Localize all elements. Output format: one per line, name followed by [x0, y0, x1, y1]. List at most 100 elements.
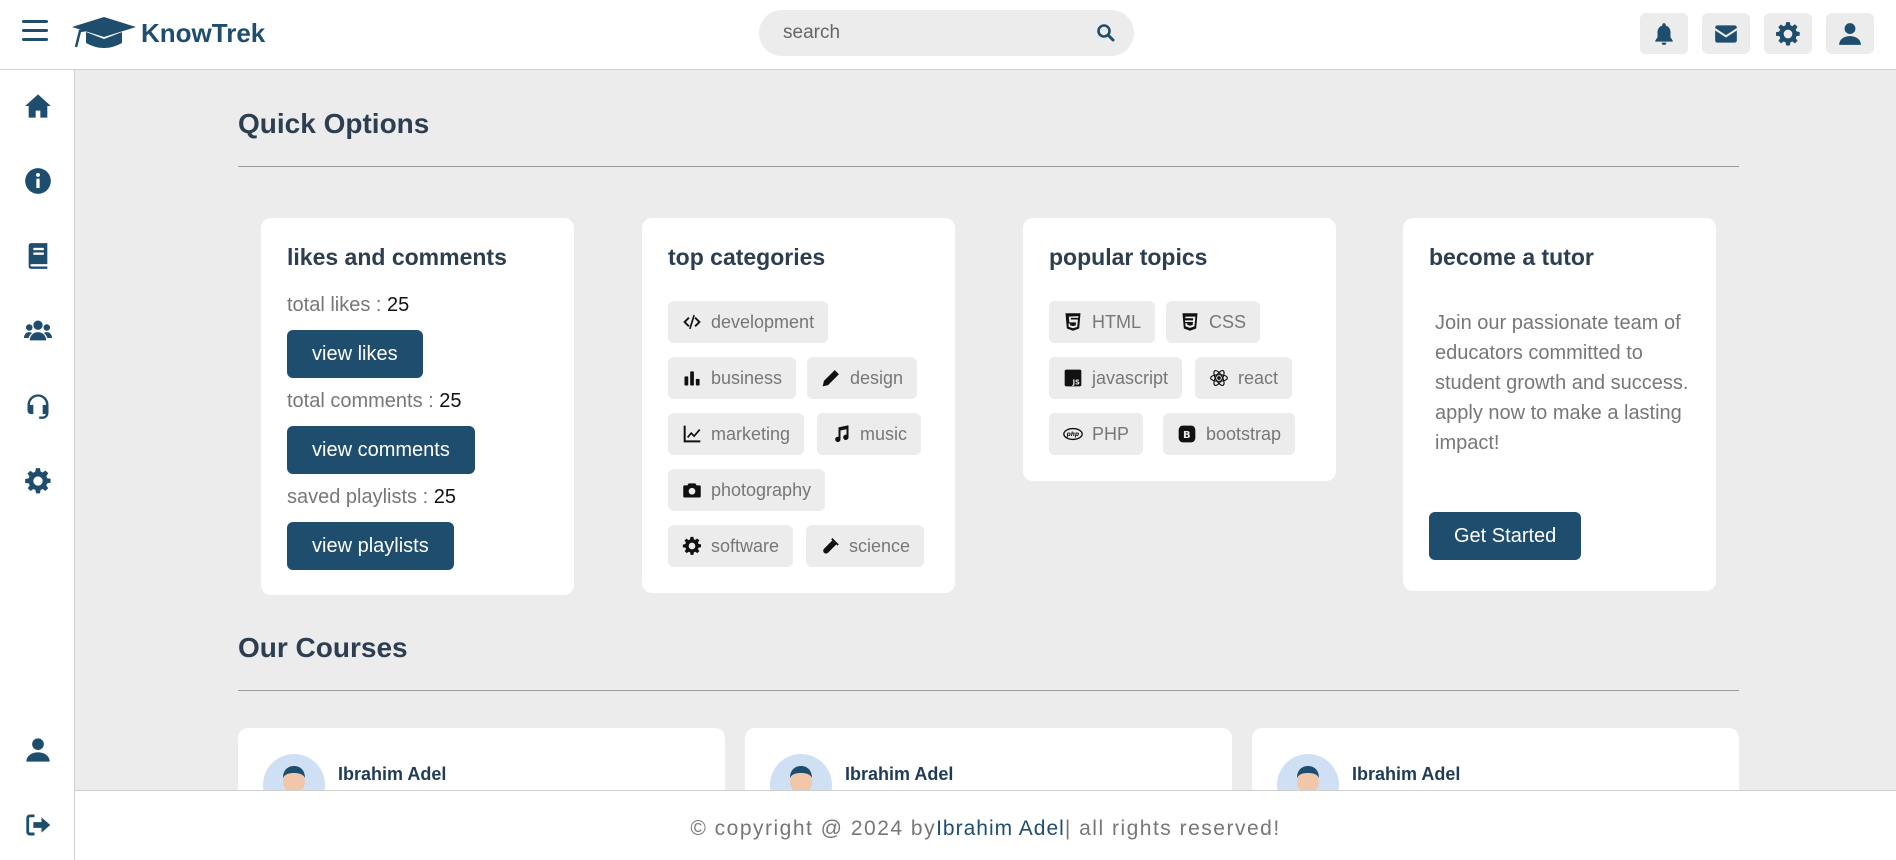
category-business[interactable]: business: [668, 357, 797, 399]
course-author: Ibrahim Adel: [845, 764, 954, 784]
category-software[interactable]: software: [668, 525, 794, 567]
category-photography[interactable]: photography: [668, 469, 826, 511]
category-music[interactable]: music: [817, 413, 922, 455]
chip-label: HTML: [1092, 311, 1141, 332]
course-author: Ibrahim Adel: [338, 764, 447, 784]
get-started-button[interactable]: Get Started: [1429, 512, 1582, 560]
sidebar-item-logout[interactable]: [24, 811, 52, 839]
topic-html[interactable]: HTML: [1049, 301, 1155, 343]
sidebar-item-home[interactable]: [24, 92, 52, 120]
bar-chart-icon: [684, 371, 700, 386]
chip-label: design: [850, 367, 904, 388]
footer-author-link[interactable]: Ibrahim Adel: [936, 817, 1065, 840]
category-marketing[interactable]: marketing: [668, 413, 805, 455]
js-icon: JS: [1064, 369, 1082, 387]
react-icon: [1210, 370, 1228, 386]
gear-icon: [1776, 21, 1800, 45]
gear-icon: [25, 468, 51, 494]
user-icon: [26, 738, 50, 762]
notifications-button[interactable]: [1640, 13, 1688, 54]
card-title: likes and comments: [287, 244, 507, 270]
pen-icon: [822, 370, 839, 387]
become-tutor-card: become a tutor Join our passionate team …: [1403, 218, 1716, 591]
search-input[interactable]: [783, 10, 1083, 56]
card-title: become a tutor: [1429, 244, 1594, 270]
chip-label: PHP: [1092, 423, 1130, 444]
sidebar: [0, 70, 75, 860]
headset-icon: [27, 394, 49, 419]
brand-name: KnowTrek: [141, 17, 266, 48]
sidebar-item-courses[interactable]: [24, 242, 52, 270]
bell-icon: [1655, 22, 1673, 45]
footer-suffix: | all rights reserved!: [1064, 817, 1281, 840]
vial-icon: [823, 537, 839, 554]
menu-icon[interactable]: [22, 20, 48, 44]
code-icon: [683, 314, 701, 330]
graduation-cap-icon: [72, 17, 136, 48]
sidebar-item-settings[interactable]: [24, 467, 52, 495]
stat-value: 25: [439, 390, 462, 412]
total-comments-stat: total comments : 25: [287, 390, 462, 413]
topic-bootstrap[interactable]: B bootstrap: [1163, 413, 1296, 455]
envelope-icon: [1715, 24, 1737, 43]
footer: © copyright @ 2024 byIbrahim Adel| all r…: [75, 790, 1896, 860]
search-bar: [759, 10, 1134, 56]
line-chart-icon: [683, 425, 701, 443]
sidebar-item-teachers[interactable]: [24, 317, 52, 345]
topic-react[interactable]: react: [1195, 357, 1293, 399]
course-author: Ibrahim Adel: [1352, 764, 1461, 784]
our-courses-title: Our Courses: [238, 632, 408, 663]
music-icon: [835, 425, 849, 443]
topic-php[interactable]: php PHP: [1049, 413, 1144, 455]
chip-label: science: [849, 535, 911, 556]
sidebar-item-profile[interactable]: [24, 736, 52, 764]
user-icon: [1839, 22, 1861, 45]
sidebar-item-about[interactable]: [24, 167, 52, 195]
category-science[interactable]: science: [806, 525, 925, 567]
messages-button[interactable]: [1702, 13, 1750, 54]
chip-label: javascript: [1092, 367, 1169, 388]
settings-button[interactable]: [1764, 13, 1812, 54]
svg-text:php: php: [1066, 432, 1080, 438]
css3-icon: [1182, 313, 1198, 331]
card-title: popular topics: [1049, 244, 1208, 270]
chip-label: react: [1238, 367, 1279, 388]
chip-label: music: [860, 423, 908, 444]
chip-label: bootstrap: [1206, 423, 1282, 444]
info-icon: [25, 168, 51, 194]
chip-label: development: [711, 311, 815, 332]
stat-label: total comments :: [287, 390, 440, 412]
view-comments-button[interactable]: view comments: [287, 426, 475, 474]
view-playlists-button[interactable]: view playlists: [287, 522, 454, 570]
topic-css[interactable]: CSS: [1166, 301, 1261, 343]
sidebar-item-contact[interactable]: [24, 392, 52, 420]
total-likes-stat: total likes : 25: [287, 294, 409, 317]
svg-text:B: B: [1183, 430, 1191, 441]
footer-prefix: © copyright @ 2024 by: [690, 817, 937, 840]
chip-label: photography: [711, 479, 812, 500]
quick-options-title: Quick Options: [238, 108, 430, 139]
divider: [238, 690, 1739, 691]
home-icon: [25, 94, 51, 118]
svg-text:JS: JS: [1072, 379, 1080, 387]
top-categories-card: top categories development business desi…: [642, 218, 955, 593]
divider: [238, 166, 1739, 167]
stat-value: 25: [387, 294, 410, 316]
search-icon[interactable]: [1096, 23, 1116, 43]
stat-label: saved playlists :: [287, 486, 434, 508]
tutor-text-2: apply now to make a lasting impact!: [1435, 402, 1682, 454]
logout-icon: [26, 814, 51, 836]
html5-icon: [1065, 313, 1081, 331]
topic-javascript[interactable]: JS javascript: [1049, 357, 1183, 399]
card-title: top categories: [668, 244, 826, 270]
users-icon: [24, 320, 52, 341]
book-icon: [28, 243, 48, 269]
profile-button[interactable]: [1826, 13, 1874, 54]
category-design[interactable]: design: [807, 357, 918, 399]
category-development[interactable]: development: [668, 301, 829, 343]
view-likes-button[interactable]: view likes: [287, 330, 423, 378]
bootstrap-icon: B: [1178, 425, 1196, 443]
chip-label: marketing: [711, 423, 791, 444]
logo[interactable]: KnowTrek: [70, 15, 265, 51]
stat-value: 25: [433, 486, 456, 508]
